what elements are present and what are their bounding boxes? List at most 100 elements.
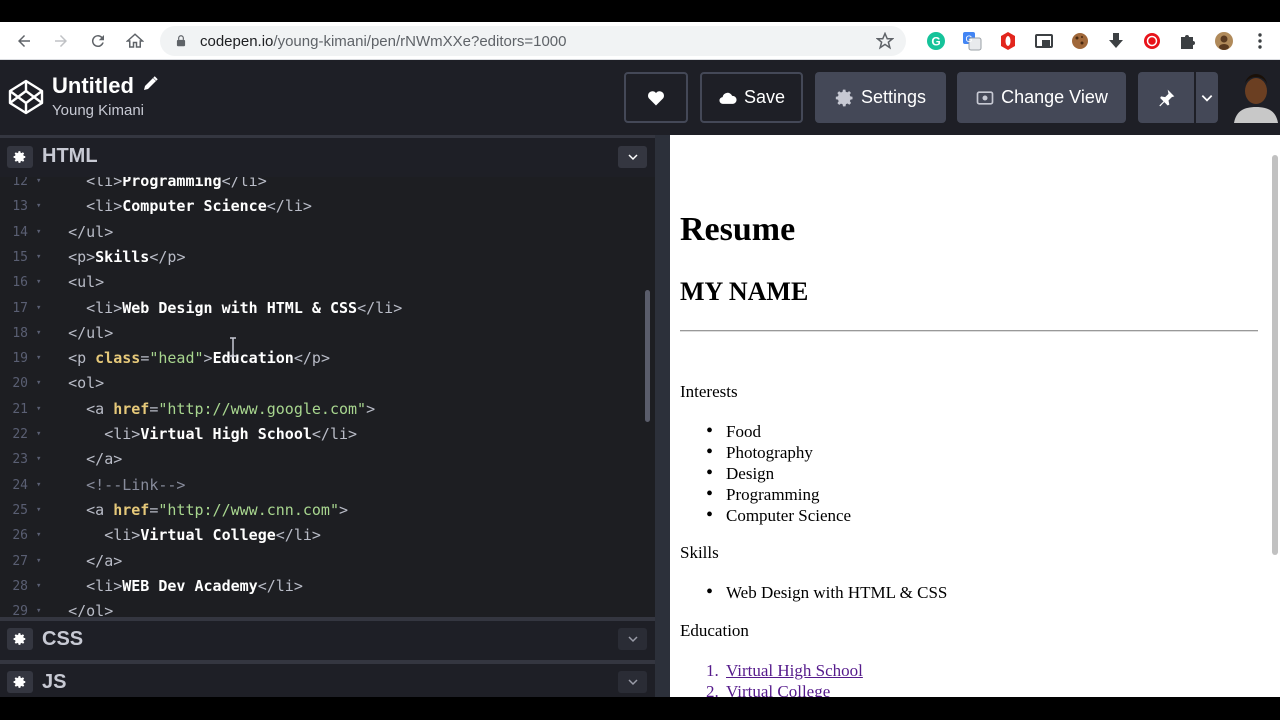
fold-marker[interactable]: ▾ [36, 270, 41, 295]
preview-education-list: 1. Virtual High School 2. Virtual College [706, 660, 863, 697]
line-number: 19 [12, 351, 28, 367]
css-settings-button[interactable] [7, 628, 33, 650]
line-number: 24 [12, 477, 28, 493]
code-line[interactable]: 22 ▾ <li>Virtual High School</li> [0, 422, 655, 447]
code-text: <li>WEB Dev Academy</li> [86, 576, 303, 595]
forward-button[interactable] [46, 26, 76, 56]
code-line[interactable]: 27 ▾ </a> [0, 549, 655, 574]
code-line[interactable]: 13 ▾ <li>Computer Science</li> [0, 194, 655, 219]
fold-marker[interactable]: ▾ [36, 296, 41, 321]
code-text: <p class="head">Education</p> [68, 349, 330, 368]
html-collapse-button[interactable] [618, 145, 647, 168]
code-line[interactable]: 23 ▾ </a> [0, 447, 655, 472]
fold-marker[interactable]: ▾ [36, 599, 41, 617]
code-line[interactable]: 21 ▾ <a href="http://www.google.com"> [0, 397, 655, 422]
cookie-icon[interactable] [1062, 26, 1098, 56]
fold-marker[interactable]: ▾ [36, 371, 41, 396]
home-button[interactable] [120, 26, 150, 56]
preview-skills-list: Web Design with HTML & CSS [706, 582, 947, 603]
code-line[interactable]: 15 ▾ <p>Skills</p> [0, 245, 655, 270]
js-settings-button[interactable] [7, 671, 33, 693]
code-text: <p>Skills</p> [68, 247, 186, 266]
user-avatar[interactable] [1232, 70, 1280, 124]
pin-button[interactable] [1138, 72, 1194, 123]
css-panel-title: CSS [42, 627, 84, 650]
puzzle-icon[interactable] [1170, 26, 1206, 56]
js-collapse-button[interactable] [618, 671, 647, 693]
fold-marker[interactable]: ▾ [36, 245, 41, 270]
line-number: 15 [12, 249, 28, 265]
opera-icon[interactable] [990, 26, 1026, 56]
fold-marker[interactable]: ▾ [36, 523, 41, 548]
url-host: codepen.io [200, 32, 274, 50]
change-view-button[interactable]: Change View [957, 72, 1126, 123]
html-settings-button[interactable] [7, 145, 33, 168]
fold-marker[interactable]: ▾ [36, 321, 41, 346]
bookmark-star-icon[interactable] [876, 32, 894, 50]
address-bar[interactable]: codepen.io/young-kimani/pen/rNWmXXe?edit… [160, 26, 906, 56]
back-button[interactable] [9, 26, 39, 56]
code-line[interactable]: 29 ▾ </ol> [0, 599, 655, 617]
editor-scrollbar[interactable] [645, 290, 650, 422]
code-line[interactable]: 24 ▾ <!--Link--> [0, 473, 655, 498]
fold-marker[interactable]: ▾ [36, 498, 41, 523]
line-number: 12 [12, 177, 28, 189]
record-icon[interactable] [1134, 26, 1170, 56]
pen-title[interactable]: Untitled [52, 73, 134, 99]
fold-marker[interactable]: ▾ [36, 177, 41, 194]
profile-icon[interactable] [1206, 26, 1242, 56]
fold-marker[interactable]: ▾ [36, 549, 41, 574]
fold-marker[interactable]: ▾ [36, 397, 41, 422]
fold-marker[interactable]: ▾ [36, 422, 41, 447]
window-icon[interactable] [1026, 26, 1062, 56]
pen-author[interactable]: Young Kimani [52, 102, 144, 119]
save-button[interactable]: Save [700, 72, 803, 123]
code-text: <li>Virtual College</li> [104, 526, 321, 545]
preview-skills-label: Skills [680, 543, 719, 562]
fold-marker[interactable]: ▾ [36, 574, 41, 599]
download-icon[interactable] [1098, 26, 1134, 56]
preview-scrollbar[interactable] [1272, 155, 1278, 555]
fold-marker[interactable]: ▾ [36, 220, 41, 245]
code-line[interactable]: 14 ▾ </ul> [0, 220, 655, 245]
code-line[interactable]: 16 ▾ <ul> [0, 270, 655, 295]
fold-marker[interactable]: ▾ [36, 473, 41, 498]
code-text: </ol> [68, 602, 114, 617]
fold-marker[interactable]: ▾ [36, 346, 41, 371]
pin-dropdown-button[interactable] [1196, 72, 1218, 123]
grammarly-icon[interactable]: G [918, 26, 954, 56]
code-line[interactable]: 20 ▾ <ol> [0, 371, 655, 396]
education-item: 2. Virtual College [706, 681, 863, 697]
resize-divider[interactable] [655, 135, 670, 697]
codepen-logo-icon[interactable] [8, 79, 44, 115]
preview-interests-list: Food Photography Design Programming Comp… [706, 421, 851, 526]
education-link[interactable]: Virtual High School [726, 661, 863, 680]
html-code-editor[interactable]: 12 ▾ <li>Programming</li> 13 ▾ <li>Computer… [0, 177, 655, 617]
code-line[interactable]: 18 ▾ </ul> [0, 321, 655, 346]
preview-heading-name: MY NAME [680, 277, 809, 306]
code-line[interactable]: 12 ▾ <li>Programming</li> [0, 177, 655, 194]
education-item: 1. Virtual High School [706, 660, 863, 681]
css-collapse-button[interactable] [618, 628, 647, 650]
code-line[interactable]: 28 ▾ <li>WEB Dev Academy</li> [0, 574, 655, 599]
reload-button[interactable] [83, 26, 113, 56]
code-line[interactable]: 25 ▾ <a href="http://www.cnn.com"> [0, 498, 655, 523]
code-line[interactable]: 19 ▾ <p class="head">Education</p> [0, 346, 655, 371]
line-number: 25 [12, 502, 28, 518]
code-line[interactable]: 17 ▾ <li>Web Design with HTML & CSS</li> [0, 296, 655, 321]
fold-marker[interactable]: ▾ [36, 447, 41, 472]
translate-icon[interactable]: G [954, 26, 990, 56]
line-number: 27 [12, 553, 28, 569]
chevron-down-icon [627, 636, 638, 643]
list-item: Design [706, 463, 851, 484]
code-line[interactable]: 26 ▾ <li>Virtual College</li> [0, 523, 655, 548]
reload-icon [91, 35, 104, 48]
love-button[interactable] [624, 72, 688, 123]
code-text: <!--Link--> [86, 475, 186, 494]
menu-icon[interactable] [1242, 26, 1278, 56]
fold-marker[interactable]: ▾ [36, 194, 41, 219]
list-item: Programming [706, 484, 851, 505]
settings-button[interactable]: Settings [815, 72, 946, 123]
pencil-icon[interactable] [142, 76, 158, 92]
education-link[interactable]: Virtual College [726, 682, 830, 697]
